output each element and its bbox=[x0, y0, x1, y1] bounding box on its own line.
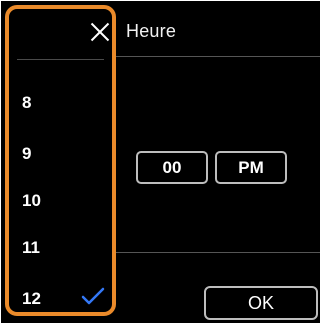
checkmark-icon bbox=[81, 287, 105, 305]
hour-option-11[interactable]: 11 bbox=[22, 238, 112, 258]
ok-button[interactable]: OK bbox=[204, 286, 318, 320]
ampm-field[interactable]: PM bbox=[215, 151, 287, 184]
hour-picker-dropdown[interactable]: 8 9 10 11 12 bbox=[5, 5, 116, 316]
close-icon[interactable] bbox=[90, 22, 110, 42]
minutes-field[interactable]: 00 bbox=[136, 151, 208, 184]
hour-option-9[interactable]: 9 bbox=[22, 144, 112, 164]
hour-option-8[interactable]: 8 bbox=[22, 93, 112, 113]
hour-option-10[interactable]: 10 bbox=[22, 191, 112, 211]
header-divider bbox=[113, 56, 320, 57]
picker-divider bbox=[17, 59, 104, 60]
footer-divider bbox=[113, 252, 320, 253]
page-title: Heure bbox=[126, 21, 177, 41]
